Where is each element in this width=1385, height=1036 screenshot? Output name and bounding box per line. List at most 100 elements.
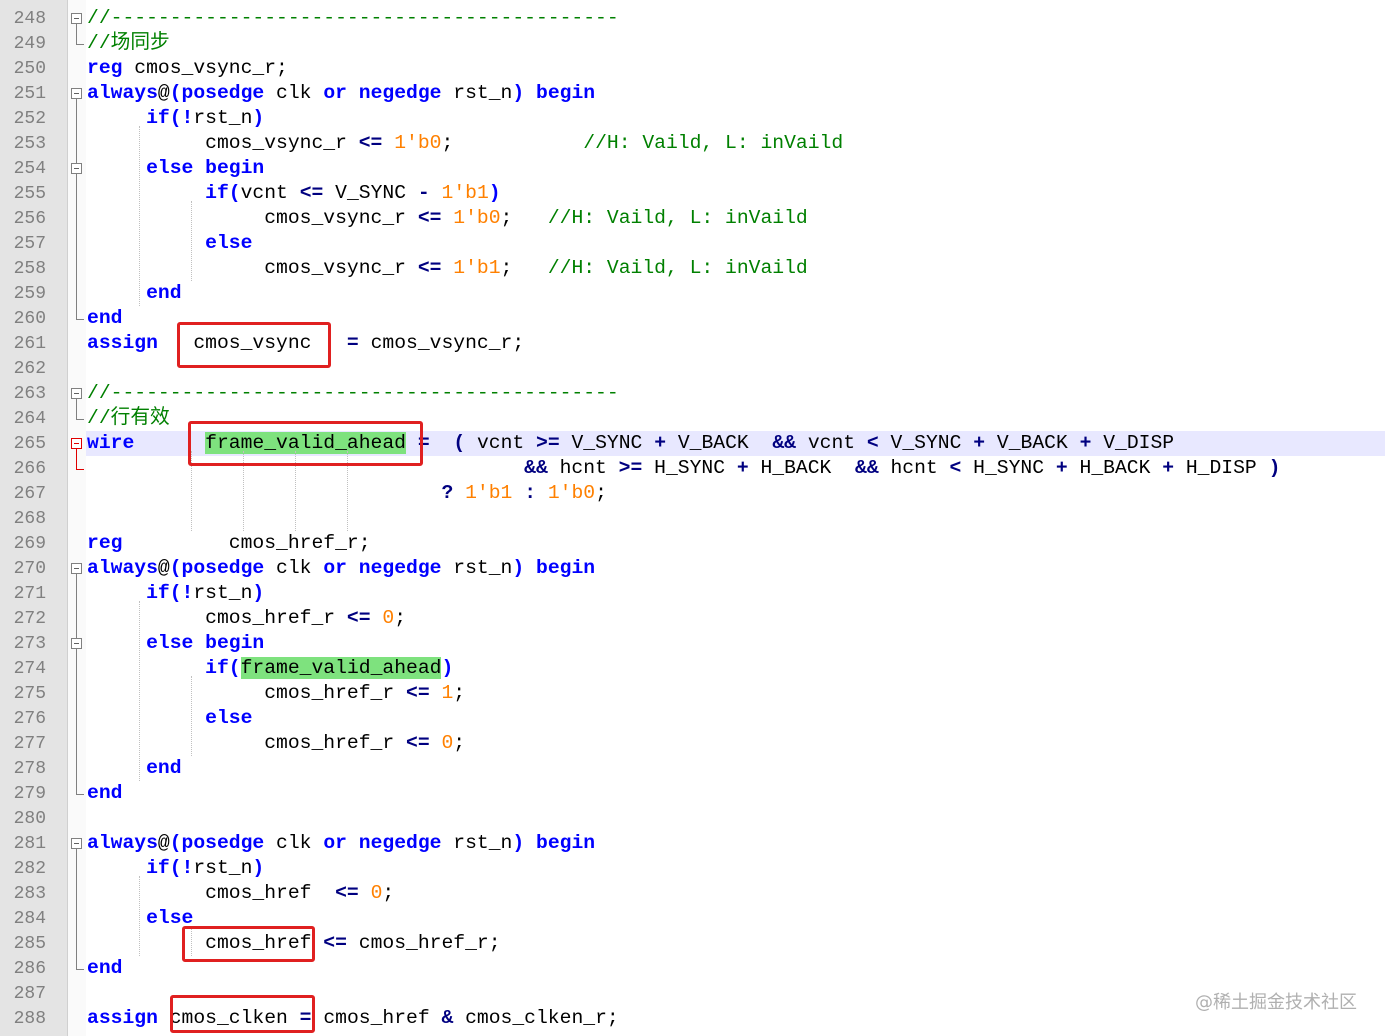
code-token: hcnt (547, 457, 619, 479)
code-line[interactable]: 252 if(!rst_n) (0, 106, 1385, 131)
code-line[interactable]: 277 cmos_href_r <= 0; (0, 731, 1385, 756)
operator-token: & (441, 1007, 454, 1029)
number-token: 1'b0 (453, 207, 501, 229)
line-number: 273 (13, 634, 46, 654)
code-token: V_SYNC (559, 432, 655, 454)
code-line[interactable]: 283 cmos_href <= 0; (0, 881, 1385, 906)
operator-token: + (736, 457, 749, 479)
keyword-token: end (87, 307, 123, 329)
code-line[interactable]: 273 else begin (0, 631, 1385, 656)
fold-toggle-icon[interactable] (71, 13, 82, 24)
code-line[interactable]: 269 reg cmos_href_r; (0, 531, 1385, 556)
line-number: 287 (13, 984, 46, 1004)
operator-token: + (1055, 457, 1068, 479)
code-text: end (87, 283, 181, 304)
keyword-token: ) (512, 82, 525, 104)
code-line[interactable]: 271 if(!rst_n) (0, 581, 1385, 606)
line-number: 277 (13, 734, 46, 754)
code-line[interactable]: 257 else (0, 231, 1385, 256)
fold-range-line (76, 449, 77, 469)
code-token: rst_n (193, 107, 253, 129)
code-line[interactable]: 274 if(frame_valid_ahead) (0, 656, 1385, 681)
code-line[interactable]: 282 if(!rst_n) (0, 856, 1385, 881)
fold-end-mark (76, 794, 84, 795)
operator-token: && (524, 457, 548, 479)
operator-token: ? (441, 482, 454, 504)
comment-token: //场同步 (87, 32, 170, 54)
code-line[interactable]: 259 end (0, 281, 1385, 306)
fold-toggle-icon[interactable] (71, 838, 82, 849)
fold-toggle-icon[interactable] (71, 88, 82, 99)
code-line[interactable]: 258 cmos_vsync_r <= 1'b1; //H: Vaild, L:… (0, 256, 1385, 281)
code-line[interactable]: 250 reg cmos_vsync_r; (0, 56, 1385, 81)
code-text: if(!rst_n) (87, 583, 264, 604)
code-line[interactable]: 276 else (0, 706, 1385, 731)
code-line[interactable]: 254 else begin (0, 156, 1385, 181)
code-token: V_SYNC (323, 182, 418, 204)
keyword-token: or (323, 832, 347, 854)
code-line[interactable]: 255 if(vcnt <= V_SYNC - 1'b1) (0, 181, 1385, 206)
code-token: cmos_href (311, 1007, 442, 1029)
code-line[interactable]: 251 always@(posedge clk or negedge rst_n)… (0, 81, 1385, 106)
keyword-token: if(! (146, 582, 194, 604)
code-line[interactable]: 280 (0, 806, 1385, 831)
code-text: always@(posedge clk or negedge rst_n) be… (87, 83, 595, 104)
code-line[interactable]: 275 cmos_href_r <= 1; (0, 681, 1385, 706)
code-line[interactable]: 267 ? 1'b1 : 1'b0; (0, 481, 1385, 506)
fold-toggle-icon[interactable] (71, 638, 82, 649)
code-line[interactable]: 263 //-----------------------------------… (0, 381, 1385, 406)
operator-token: + (654, 432, 667, 454)
code-line[interactable]: 270 always@(posedge clk or negedge rst_n)… (0, 556, 1385, 581)
code-text: if(vcnt <= V_SYNC - 1'b1) (87, 182, 500, 204)
code-text: else (87, 908, 193, 929)
code-line[interactable]: 272 cmos_href_r <= 0; (0, 606, 1385, 631)
line-number: 255 (13, 184, 46, 204)
comment-token: //H: Vaild, L: inVaild (547, 207, 808, 229)
keyword-token: else begin (146, 157, 265, 179)
code-token: rst_n (193, 582, 253, 604)
code-token: rst_n (441, 82, 513, 104)
code-text: else begin (87, 158, 264, 179)
keyword-token: negedge (358, 557, 442, 579)
keyword-token: else (205, 232, 253, 254)
fold-toggle-icon[interactable] (71, 438, 82, 449)
fold-toggle-icon[interactable] (71, 388, 82, 399)
fold-end-mark (76, 419, 84, 420)
indent-guide (191, 201, 192, 281)
fold-toggle-icon[interactable] (71, 163, 82, 174)
keyword-token: or (323, 82, 347, 104)
keyword-token: negedge (358, 82, 442, 104)
code-token: rst_n (193, 857, 253, 879)
code-line[interactable]: 279 end (0, 781, 1385, 806)
code-line[interactable]: 278 end (0, 756, 1385, 781)
line-number: 264 (13, 409, 46, 429)
operator-token: + (1079, 432, 1092, 454)
line-number: 269 (13, 534, 46, 554)
line-number: 249 (13, 34, 46, 54)
fold-range-line (76, 574, 77, 794)
code-line[interactable]: 268 (0, 506, 1385, 531)
keyword-token: ) (512, 832, 525, 854)
number-token: 1'b1 (441, 182, 489, 204)
code-line[interactable]: 256 cmos_vsync_r <= 1'b0; //H: Vaild, L:… (0, 206, 1385, 231)
code-token: @ (157, 832, 170, 854)
code-text: else begin (87, 633, 264, 654)
fold-range-line (76, 24, 77, 44)
line-number: 257 (13, 234, 46, 254)
code-line[interactable]: 281 always@(posedge clk or negedge rst_n)… (0, 831, 1385, 856)
operator-token: <= (417, 207, 442, 229)
code-line[interactable]: 248 //-----------------------------------… (0, 6, 1385, 31)
keyword-token: (posedge (169, 82, 265, 104)
code-editor[interactable]: 248 //-----------------------------------… (0, 0, 1385, 1036)
code-line[interactable]: 253 cmos_vsync_r <= 1'b0; //H: Vaild, L:… (0, 131, 1385, 156)
fold-toggle-icon[interactable] (71, 563, 82, 574)
code-line[interactable]: 249 //场同步 (0, 31, 1385, 56)
